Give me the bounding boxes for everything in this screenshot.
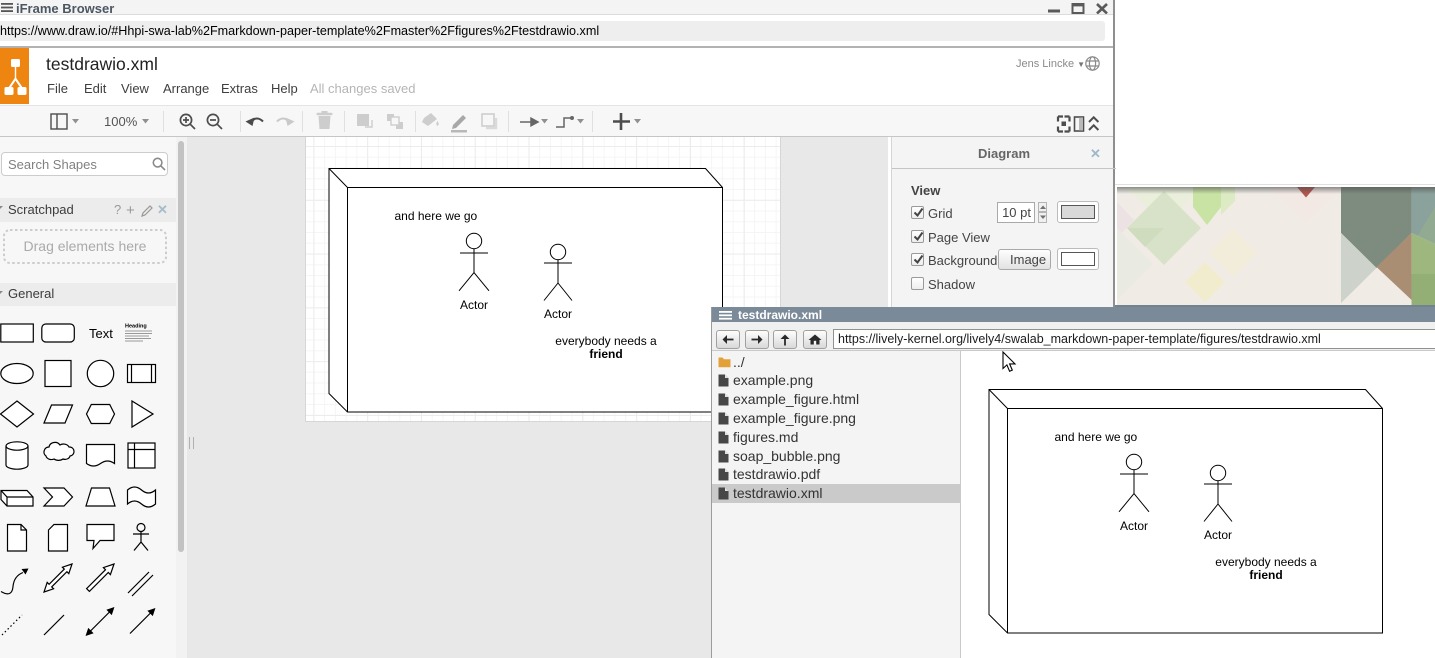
svg-text:and here we go: and here we go: [395, 209, 478, 223]
svg-text:Actor: Actor: [460, 298, 488, 312]
svg-text:Actor: Actor: [1120, 519, 1148, 533]
svg-text:friend: friend: [589, 347, 622, 361]
svg-text:everybody needs a: everybody needs a: [555, 334, 657, 348]
svg-text:100%: 100%: [104, 114, 138, 129]
svg-text:Heading: Heading: [125, 324, 147, 330]
svg-text:and here we go: and here we go: [1055, 430, 1138, 444]
svg-text:Actor: Actor: [1204, 528, 1232, 542]
svg-text:everybody needs a: everybody needs a: [1215, 555, 1317, 569]
svg-text:Text: Text: [89, 326, 113, 341]
svg-text:Actor: Actor: [544, 307, 572, 321]
svg-text:friend: friend: [1249, 568, 1282, 582]
